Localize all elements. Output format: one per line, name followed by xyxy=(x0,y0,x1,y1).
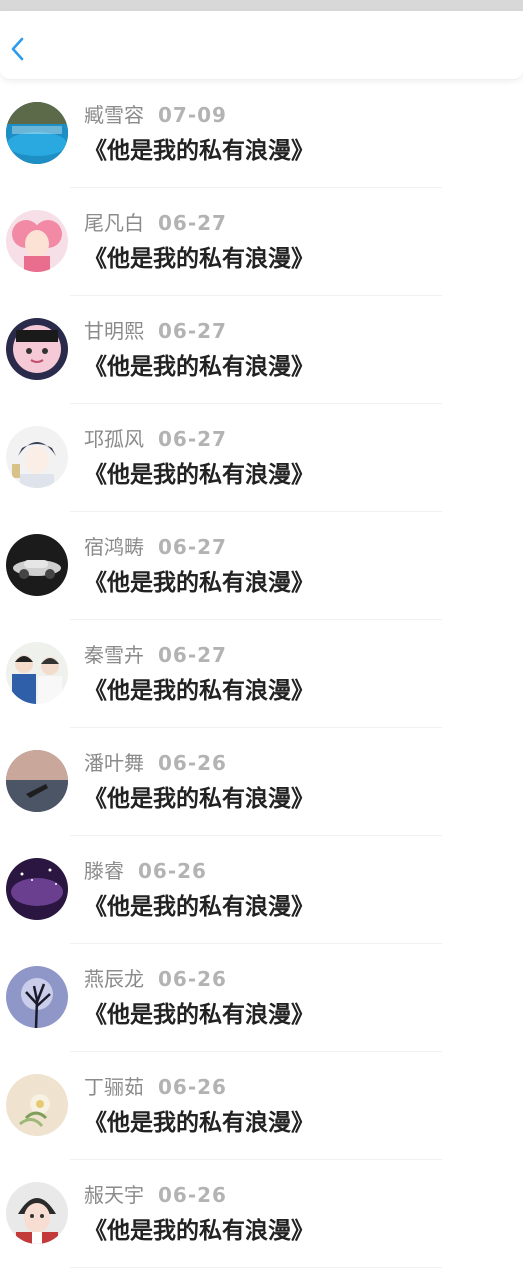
post-date: 06-26 xyxy=(158,751,227,775)
book-title[interactable]: 《他是我的私有浪漫》 xyxy=(84,244,314,274)
user-name[interactable]: 甘明熙 xyxy=(84,319,144,343)
item-meta: 宿鸿畴 06-27 xyxy=(84,534,227,560)
item-meta: 秦雪卉 06-27 xyxy=(84,642,227,668)
item-meta: 滕睿 06-26 xyxy=(84,858,207,884)
user-name[interactable]: 赧天宇 xyxy=(84,1183,144,1207)
list-item[interactable]: 潘叶舞 06-26 《他是我的私有浪漫》 xyxy=(0,728,523,836)
book-title[interactable]: 《他是我的私有浪漫》 xyxy=(84,568,314,598)
tree-moon-avatar[interactable] xyxy=(6,966,68,1028)
book-title[interactable]: 《他是我的私有浪漫》 xyxy=(84,136,314,166)
user-name[interactable]: 秦雪卉 xyxy=(84,643,144,667)
divider xyxy=(70,1267,442,1268)
flower-avatar[interactable] xyxy=(6,1074,68,1136)
post-date: 06-26 xyxy=(138,859,207,883)
book-title[interactable]: 《他是我的私有浪漫》 xyxy=(84,892,314,922)
book-title[interactable]: 《他是我的私有浪漫》 xyxy=(84,1000,314,1030)
post-date: 06-27 xyxy=(158,211,227,235)
user-name[interactable]: 滕睿 xyxy=(84,859,124,883)
book-title[interactable]: 《他是我的私有浪漫》 xyxy=(84,460,314,490)
book-title[interactable]: 《他是我的私有浪漫》 xyxy=(84,352,314,382)
post-date: 06-26 xyxy=(158,967,227,991)
item-meta: 甘明熙 06-27 xyxy=(84,318,227,344)
ocean-scene-avatar[interactable] xyxy=(6,102,68,164)
purple-galaxy-avatar[interactable] xyxy=(6,858,68,920)
list-item[interactable]: 赧天宇 06-26 《他是我的私有浪漫》 xyxy=(0,1160,523,1268)
list-item[interactable]: 宿鸿畴 06-27 《他是我的私有浪漫》 xyxy=(0,512,523,620)
two-boys-avatar[interactable] xyxy=(6,642,68,704)
list-item[interactable]: 燕辰龙 06-26 《他是我的私有浪漫》 xyxy=(0,944,523,1052)
vintage-car-avatar[interactable] xyxy=(6,534,68,596)
item-meta: 尾凡白 06-27 xyxy=(84,210,227,236)
list-item[interactable]: 甘明熙 06-27 《他是我的私有浪漫》 xyxy=(0,296,523,404)
item-meta: 丁骊茹 06-26 xyxy=(84,1074,227,1100)
back-button[interactable] xyxy=(2,31,34,67)
post-date: 06-27 xyxy=(158,643,227,667)
user-name[interactable]: 邛孤风 xyxy=(84,427,144,451)
item-meta: 臧雪容 07-09 xyxy=(84,102,227,128)
post-date: 06-27 xyxy=(158,319,227,343)
post-date: 06-27 xyxy=(158,427,227,451)
user-name[interactable]: 燕辰龙 xyxy=(84,967,144,991)
user-name[interactable]: 潘叶舞 xyxy=(84,751,144,775)
post-date: 06-26 xyxy=(158,1183,227,1207)
list-item[interactable]: 尾凡白 06-27 《他是我的私有浪漫》 xyxy=(0,188,523,296)
book-title[interactable]: 《他是我的私有浪漫》 xyxy=(84,784,314,814)
post-date: 07-09 xyxy=(158,103,227,127)
user-name[interactable]: 丁骊茹 xyxy=(84,1075,144,1099)
sky-scene-avatar[interactable] xyxy=(6,750,68,812)
list-item[interactable]: 臧雪容 07-09 《他是我的私有浪漫》 xyxy=(0,80,523,188)
chevron-left-icon xyxy=(11,37,24,61)
item-meta: 邛孤风 06-27 xyxy=(84,426,227,452)
list-item[interactable]: 丁骊茹 06-26 《他是我的私有浪漫》 xyxy=(0,1052,523,1160)
cartoon-face-avatar[interactable] xyxy=(6,318,68,380)
comment-list: 臧雪容 07-09 《他是我的私有浪漫》 尾凡白 06-27 《他是我的私有浪漫》 xyxy=(0,80,523,1268)
post-date: 06-27 xyxy=(158,535,227,559)
anime-girl-avatar[interactable] xyxy=(6,210,68,272)
book-title[interactable]: 《他是我的私有浪漫》 xyxy=(84,1108,314,1138)
item-meta: 燕辰龙 06-26 xyxy=(84,966,227,992)
child-portrait-avatar[interactable] xyxy=(6,1182,68,1244)
item-meta: 赧天宇 06-26 xyxy=(84,1182,227,1208)
list-item[interactable]: 邛孤风 06-27 《他是我的私有浪漫》 xyxy=(0,404,523,512)
post-date: 06-26 xyxy=(158,1075,227,1099)
status-bar xyxy=(0,0,523,11)
list-item[interactable]: 秦雪卉 06-27 《他是我的私有浪漫》 xyxy=(0,620,523,728)
top-nav-bar xyxy=(0,11,523,80)
anime-boy-avatar[interactable] xyxy=(6,426,68,488)
book-title[interactable]: 《他是我的私有浪漫》 xyxy=(84,676,314,706)
user-name[interactable]: 尾凡白 xyxy=(84,211,144,235)
item-meta: 潘叶舞 06-26 xyxy=(84,750,227,776)
user-name[interactable]: 臧雪容 xyxy=(84,103,144,127)
user-name[interactable]: 宿鸿畴 xyxy=(84,535,144,559)
list-item[interactable]: 滕睿 06-26 《他是我的私有浪漫》 xyxy=(0,836,523,944)
book-title[interactable]: 《他是我的私有浪漫》 xyxy=(84,1216,314,1246)
